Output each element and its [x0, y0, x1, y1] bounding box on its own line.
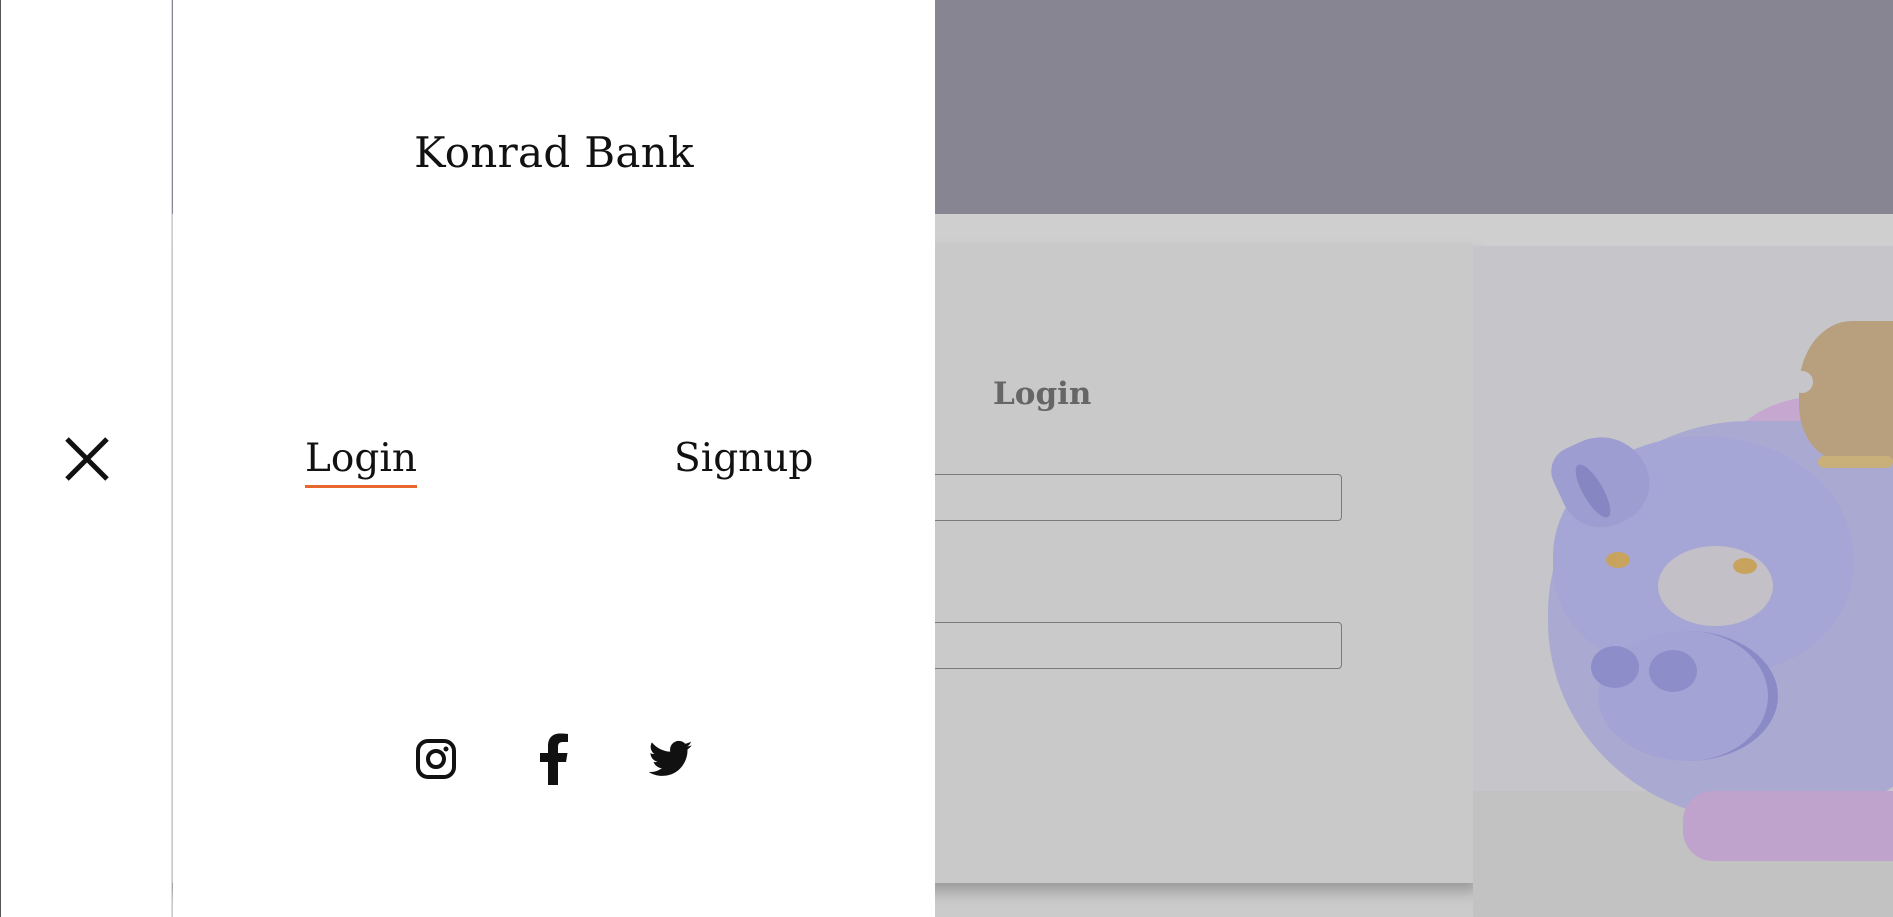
- password-input[interactable]: [900, 622, 1342, 669]
- login-card-title: Login: [993, 376, 1092, 412]
- navigation-drawer: Konrad Bank Login Signup: [173, 0, 935, 917]
- piggy-bank-image: [1473, 246, 1893, 917]
- brand-name[interactable]: Konrad Bank: [173, 128, 935, 177]
- instagram-icon: [416, 739, 456, 779]
- close-icon: [65, 437, 109, 481]
- nav-signup-link[interactable]: Signup: [674, 436, 813, 485]
- close-button[interactable]: [63, 435, 111, 483]
- nav-login-link[interactable]: Login: [305, 436, 417, 488]
- drawer-rail: [0, 0, 172, 917]
- facebook-icon: [540, 733, 568, 785]
- instagram-link[interactable]: [410, 733, 462, 785]
- twitter-icon: [649, 740, 693, 776]
- username-input[interactable]: [900, 474, 1342, 521]
- facebook-link[interactable]: [527, 733, 579, 785]
- twitter-link[interactable]: [645, 733, 697, 785]
